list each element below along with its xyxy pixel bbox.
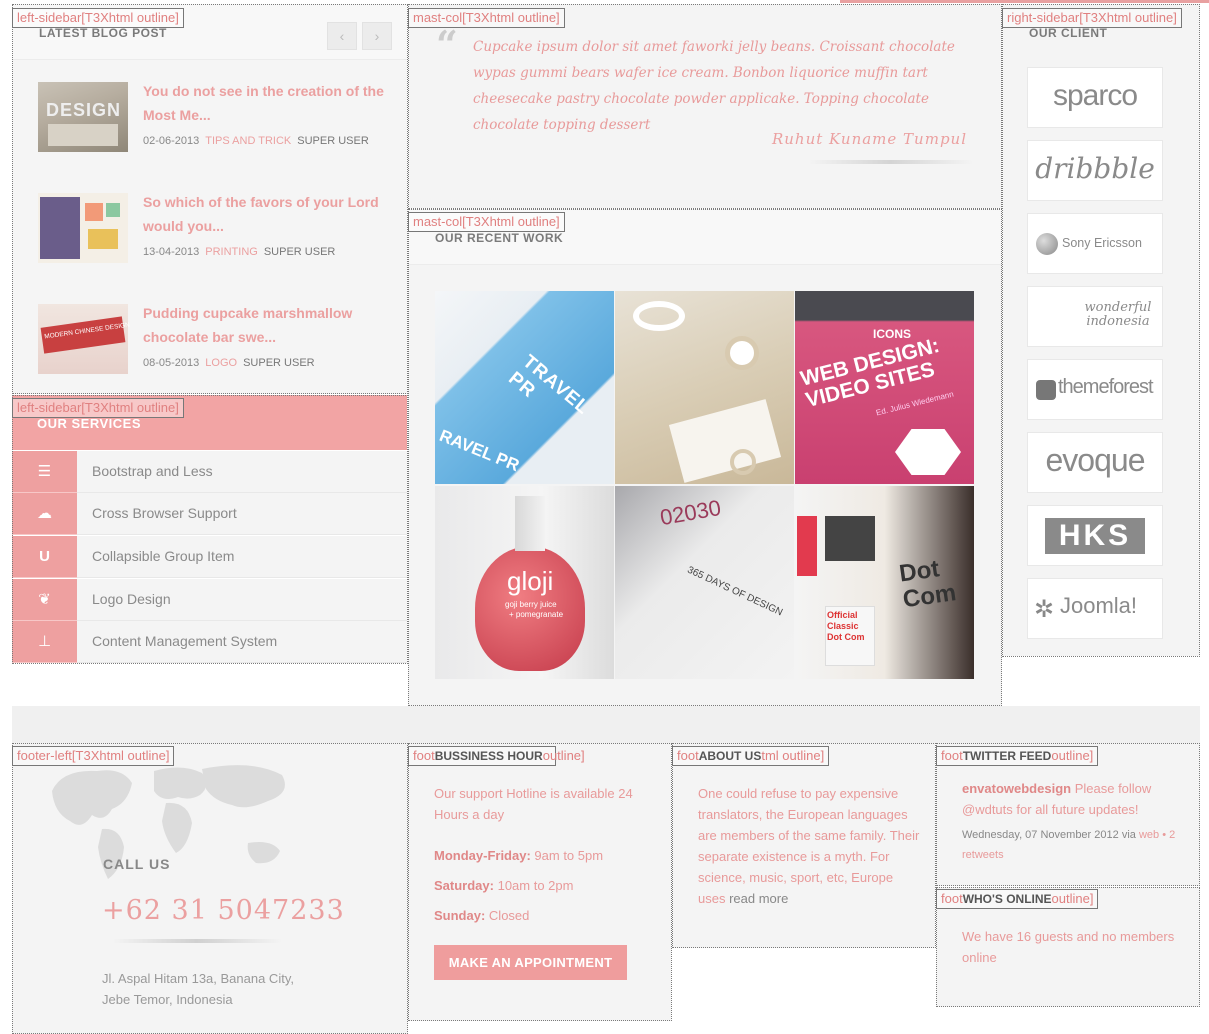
outline-label: left-sidebar[T3Xhtml outline] [12, 398, 184, 418]
outline-label: mast-col[T3Xhtml outline] [408, 8, 565, 28]
outline-label: mast-col[T3Xhtml outline] [408, 212, 565, 232]
outline-label: right-sidebar[T3Xhtml outline] [1002, 8, 1182, 28]
mast-col-outline [408, 4, 1002, 209]
left-sidebar-outline [12, 395, 408, 664]
outline-label: footer-left[T3Xhtml outline] [12, 746, 175, 766]
top-accent-line [840, 0, 1209, 3]
outline-label-prefix: foot [941, 748, 963, 763]
outline-label: footTWITTER FEEDoutline] [936, 746, 1099, 766]
mast-col-outline [408, 209, 1002, 706]
outline-label-suffix: outline] [1051, 891, 1094, 906]
outline-label-suffix: outline] [1051, 748, 1094, 763]
outline-label: footABOUT UStml outline] [672, 746, 830, 766]
outline-label-prefix: foot [941, 891, 963, 906]
footer-outline [672, 743, 936, 948]
whos-online-title: WHO'S ONLINE [962, 892, 1052, 906]
right-sidebar-outline [1002, 4, 1200, 657]
outline-label-suffix: tml outline] [761, 748, 825, 763]
about-title: ABOUT US [698, 749, 762, 763]
twitter-title: TWITTER FEED [962, 749, 1052, 763]
footer-outline [408, 743, 672, 1021]
footer-band [12, 706, 1200, 743]
outline-label-prefix: foot [413, 748, 435, 763]
outline-label: left-sidebar[T3Xhtml outline] [12, 8, 184, 28]
outline-label: footWHO'S ONLINEoutline] [936, 889, 1099, 909]
outline-label: footBUSSINESS HOURoutline] [408, 746, 585, 766]
footer-left-outline [12, 743, 408, 1034]
business-title: BUSSINESS HOUR [434, 749, 543, 763]
left-sidebar-outline [12, 4, 408, 394]
outline-label-suffix: outline] [542, 748, 585, 763]
outline-label-prefix: foot [677, 748, 699, 763]
